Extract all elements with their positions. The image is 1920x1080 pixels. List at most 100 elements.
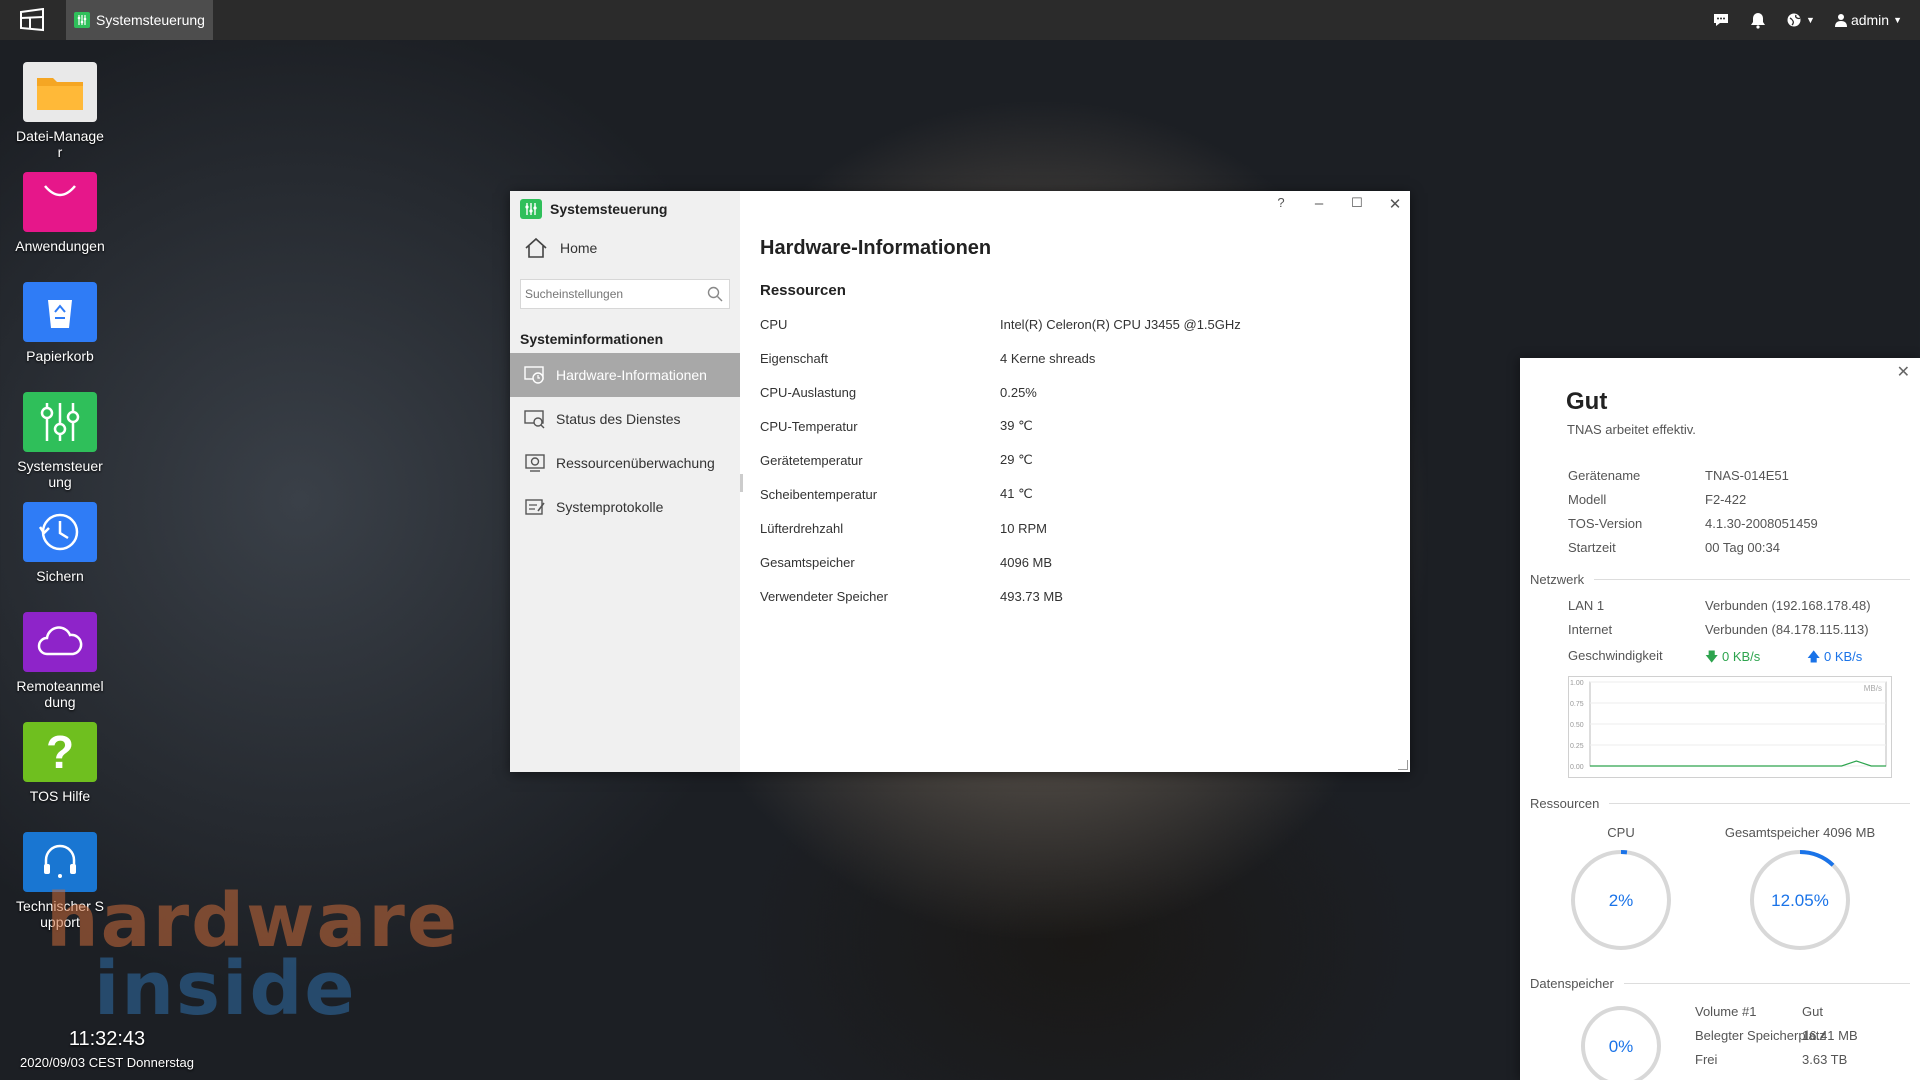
- section-datenspeicher: Datenspeicher: [1530, 976, 1910, 991]
- info-value: Intel(R) Celeron(R) CPU J3455 @1.5GHz: [1000, 316, 1241, 332]
- search-input[interactable]: [521, 280, 701, 308]
- desktop-icon-label: Remoteanmeldung: [16, 678, 104, 710]
- gauge-value: 0%: [1609, 1037, 1634, 1056]
- info-key: CPU-Auslastung: [760, 384, 857, 400]
- help-button[interactable]: ?: [1272, 195, 1290, 213]
- desktop-icon-sichern[interactable]: Sichern: [14, 502, 106, 584]
- desktop-icon-label: Sichern: [36, 568, 84, 584]
- desktop-icon-label: Technischer Support: [16, 898, 104, 930]
- maximize-button[interactable]: ☐: [1348, 195, 1366, 213]
- desktop-icon-papierkorb[interactable]: Papierkorb: [14, 282, 106, 364]
- info-value: 0.25%: [1000, 384, 1037, 400]
- taskbar: Systemsteuerung ▼ admin ▼: [0, 0, 1920, 40]
- storage-row: Frei 3.63 TB: [1695, 1052, 1847, 1067]
- category-heading: Systeminformationen: [520, 331, 664, 347]
- download-speed-value: 0 KB/s: [1722, 649, 1761, 664]
- section-netzwerk: Netzwerk: [1530, 572, 1910, 587]
- section-ressourcen: Ressourcen: [1530, 796, 1910, 811]
- minimize-button[interactable]: –: [1310, 195, 1328, 213]
- memory-gauge: Gesamtspeicher 4096 MB 12.05%: [1720, 825, 1880, 955]
- y-tick-label: 0.50: [1570, 722, 1584, 729]
- resize-grip[interactable]: [1398, 760, 1408, 770]
- search-icon[interactable]: [701, 286, 729, 302]
- clock-date: 2020/09/03 CEST Donnerstag: [20, 1055, 194, 1070]
- page-title: Hardware-Informationen: [760, 237, 992, 259]
- start-button[interactable]: [0, 0, 66, 40]
- chevron-down-icon: ▼: [1806, 15, 1815, 25]
- network-key: Internet: [1568, 622, 1613, 637]
- info-value: 4 Kerne shreads: [1000, 350, 1096, 366]
- close-button[interactable]: ✕: [1386, 195, 1404, 213]
- speed-row: Geschwindigkeit 🡇 0 KB/s 🡅 0 KB/s: [1568, 648, 1862, 670]
- language-dropdown[interactable]: ▼: [1786, 12, 1815, 28]
- storage-key: Volume #1: [1695, 1004, 1757, 1019]
- desktop-icon-systemsteuerung[interactable]: Systemsteuerung: [14, 392, 106, 490]
- user-menu[interactable]: admin ▼: [1834, 12, 1902, 28]
- systemsteuerung-window: Systemsteuerung Home Systeminformationen…: [510, 191, 1410, 772]
- storage-value: 3.63 TB: [1802, 1052, 1848, 1067]
- info-key: Verwendeter Speicher: [760, 588, 888, 604]
- network-value: Verbunden (192.168.178.48): [1705, 598, 1871, 613]
- nav-item-ressourcenueberwachung[interactable]: Ressourcenüberwachung: [510, 441, 740, 485]
- hardware-info-table: CPU Intel(R) Celeron(R) CPU J3455 @1.5GHz…: [760, 307, 1410, 613]
- clock-time: 11:32:43: [68, 1028, 146, 1050]
- nav-item-label: Systemprotokolle: [556, 499, 664, 515]
- desktop-icon-datei-manager[interactable]: Datei-Manager: [14, 62, 106, 160]
- bag-icon: [23, 172, 97, 232]
- question-icon: ?: [23, 722, 97, 782]
- nav-item-status-des-dienstes[interactable]: Status des Dienstes: [510, 397, 740, 441]
- nav-item-hardware-informationen[interactable]: Hardware-Informationen: [510, 353, 740, 397]
- info-row-cpu-auslastung: CPU-Auslastung 0.25%: [760, 375, 1410, 409]
- device-value: 4.1.30-2008051459: [1705, 516, 1818, 531]
- info-key: Lüfterdrehzahl: [760, 520, 844, 536]
- taskbar-app-systemsteuerung[interactable]: Systemsteuerung: [66, 0, 213, 40]
- desktop-clock: 11:32:43 2020/09/03 CEST Donnerstag: [14, 1028, 200, 1070]
- storage-value: Gut: [1802, 1004, 1823, 1019]
- info-key: Eigenschaft: [760, 350, 828, 366]
- device-row: TOS-Version 4.1.30-2008051459: [1568, 516, 1818, 531]
- home-icon: [525, 237, 547, 258]
- y-tick-label: 0.25: [1570, 743, 1584, 750]
- info-key: CPU: [760, 316, 788, 332]
- network-value: Verbunden (84.178.115.113): [1705, 622, 1869, 637]
- watermark-logo: hardware inside: [46, 884, 566, 1026]
- window-title-bar[interactable]: Systemsteuerung: [510, 191, 740, 227]
- nav-item-label: Status des Dienstes: [556, 411, 681, 427]
- y-tick-label: 0.75: [1570, 701, 1584, 708]
- device-value: 00 Tag 00:34: [1705, 540, 1780, 555]
- home-label: Home: [560, 240, 598, 256]
- desktop-icon-label: Datei-Manager: [16, 128, 104, 160]
- monitor-icon: [525, 454, 545, 472]
- desktop-icon-anwendungen[interactable]: Anwendungen: [14, 172, 106, 254]
- sliders-icon: [520, 199, 542, 219]
- nav-item-systemprotokolle[interactable]: Systemprotokolle: [510, 485, 740, 529]
- network-key: LAN 1: [1568, 598, 1605, 613]
- storage-row: Volume #1 Gut: [1695, 1004, 1823, 1019]
- window-content: ? – ☐ ✕ Hardware-Informationen Ressource…: [740, 191, 1410, 772]
- chart-frame: [1568, 676, 1892, 778]
- recycle-icon: [23, 282, 97, 342]
- home-link[interactable]: Home: [510, 227, 740, 269]
- close-button[interactable]: ✕: [1897, 362, 1910, 382]
- gauge-label: CPU: [1607, 825, 1635, 840]
- device-row: Gerätename TNAS-014E51: [1568, 468, 1789, 483]
- cpu-gauge: CPU 2%: [1566, 825, 1676, 955]
- status-title: Gut: [1566, 388, 1608, 415]
- storage-key: Belegter Speicherplatz: [1695, 1028, 1826, 1043]
- sliders-icon: [23, 392, 97, 452]
- info-row-gesamtspeicher: Gesamtspeicher 4096 MB: [760, 545, 1410, 579]
- desktop-icon-tos-hilfe[interactable]: ? TOS Hilfe: [14, 722, 106, 804]
- desktop-icon-technischer-support[interactable]: Technischer Support: [14, 832, 106, 930]
- gauge-value: 12.05%: [1771, 891, 1829, 910]
- desktop-icon-remoteanmeldung[interactable]: Remoteanmeldung: [14, 612, 106, 710]
- storage-gauge: 0%: [1576, 1004, 1666, 1080]
- chat-icon[interactable]: [1712, 12, 1730, 28]
- headset-icon: [23, 832, 97, 892]
- arrow-up-icon: 🡅: [1807, 649, 1821, 664]
- info-row-verwendeter-speicher: Verwendeter Speicher 493.73 MB: [760, 579, 1410, 613]
- desktop-icon-label: TOS Hilfe: [29, 788, 91, 804]
- info-value: 39 ℃: [1000, 418, 1033, 433]
- info-value: 10 RPM: [1000, 520, 1047, 536]
- bell-icon[interactable]: [1750, 11, 1766, 29]
- storage-gauge-ring: 0%: [1581, 1006, 1661, 1080]
